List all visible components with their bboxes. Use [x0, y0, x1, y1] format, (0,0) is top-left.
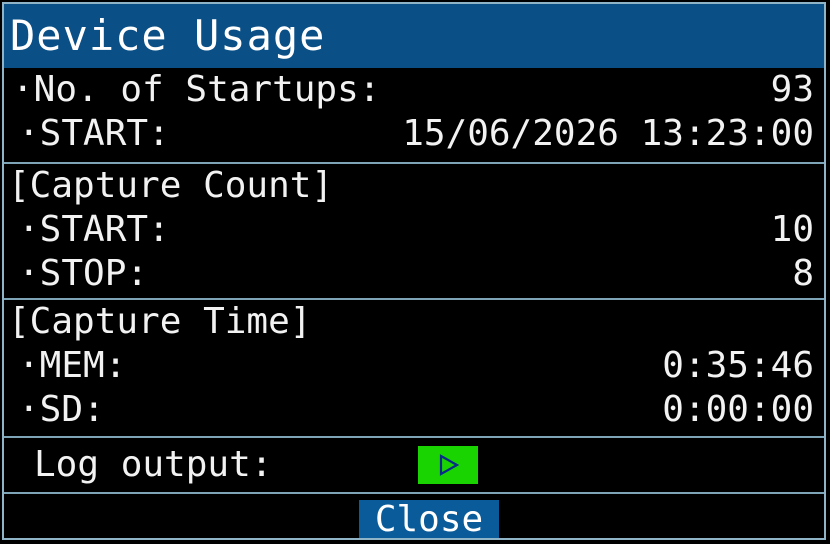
- capture-count-start-label: ·START:: [18, 209, 170, 250]
- close-button[interactable]: Close: [359, 500, 499, 538]
- capture-count-section: [Capture Count] ·START: 10 ·STOP: 8: [4, 162, 824, 298]
- capture-count-stop-label: ·STOP:: [18, 253, 149, 294]
- capture-count-header-row: [Capture Count]: [4, 164, 824, 208]
- startups-label: ·No. of Startups:: [12, 69, 381, 110]
- dialog-title: Device Usage: [4, 4, 824, 68]
- startups-value: 93: [770, 69, 814, 110]
- capture-time-sd-label: ·SD:: [18, 389, 105, 430]
- footer-section: Close: [4, 492, 824, 538]
- capture-time-mem-row: ·MEM: 0:35:46: [4, 344, 824, 388]
- capture-count-header: [Capture Count]: [8, 165, 334, 206]
- capture-count-start-value: 10: [770, 209, 814, 250]
- play-icon: [439, 454, 460, 476]
- capture-time-mem-value: 0:35:46: [662, 345, 814, 386]
- capture-count-stop-value: 8: [792, 253, 814, 294]
- startups-start-row: ·START: 15/06/2026 13:23:00: [4, 112, 824, 156]
- capture-time-section: [Capture Time] ·MEM: 0:35:46 ·SD: 0:00:0…: [4, 298, 824, 436]
- log-output-label: Log output:: [34, 444, 273, 485]
- startups-row: ·No. of Startups: 93: [4, 68, 824, 112]
- capture-time-mem-label: ·MEM:: [18, 345, 127, 386]
- log-output-play-button[interactable]: [418, 446, 478, 484]
- capture-time-header: [Capture Time]: [8, 301, 312, 342]
- log-output-row: Log output:: [4, 438, 824, 492]
- capture-time-sd-row: ·SD: 0:00:00: [4, 388, 824, 432]
- log-output-section: Log output:: [4, 436, 824, 492]
- device-usage-dialog: Device Usage ·No. of Startups: 93 ·START…: [2, 2, 826, 540]
- capture-time-header-row: [Capture Time]: [4, 300, 824, 344]
- startups-start-label: ·START:: [18, 113, 170, 154]
- capture-count-start-row: ·START: 10: [4, 208, 824, 252]
- startups-section: ·No. of Startups: 93 ·START: 15/06/2026 …: [4, 68, 824, 162]
- capture-time-sd-value: 0:00:00: [662, 389, 814, 430]
- startups-start-value: 15/06/2026 13:23:00: [402, 113, 814, 154]
- capture-count-stop-row: ·STOP: 8: [4, 252, 824, 296]
